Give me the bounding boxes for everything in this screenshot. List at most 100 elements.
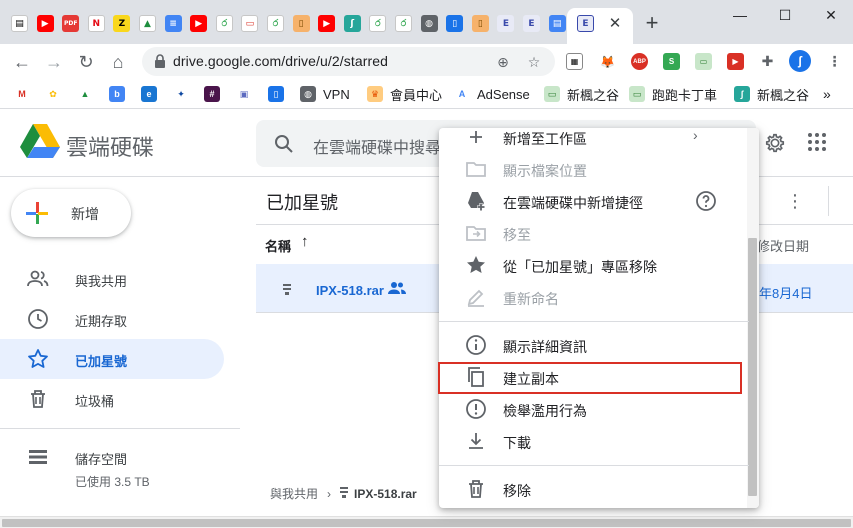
edge-icon[interactable]: e [141,86,164,102]
lock-icon[interactable] [154,54,168,68]
photos-icon[interactable]: ✿ [45,86,68,102]
address-bar[interactable]: drive.google.com/drive/u/2/starred ⊕ ☆ [142,47,555,76]
active-tab[interactable]: E ✕ [567,8,633,44]
youtube-icon[interactable]: ▶ [190,15,208,32]
add-page-icon[interactable]: ⊕ [493,52,513,72]
sidebar-item-starred[interactable]: 已加星號 [0,339,224,379]
home-icon[interactable]: ⌂ [106,50,130,74]
maple-icon[interactable]: ✦ [173,86,196,102]
column-header-modified[interactable]: 修改日期 [757,236,809,255]
gmail-icon[interactable]: M [14,86,37,102]
ticket-extension-icon[interactable]: ▭ [695,53,712,70]
s-extension-icon[interactable]: S [663,53,680,70]
leaf-icon[interactable]: ර [267,15,284,32]
leaf-icon[interactable]: ර [215,15,233,32]
drive-logo[interactable] [20,124,60,163]
globe-icon[interactable]: ◍ [420,15,438,32]
menu-add-shortcut[interactable]: 在雲端硬碟中新增捷徑 [439,185,749,217]
menu-rename[interactable]: 重新命名 [439,281,749,313]
menu-download[interactable]: 下載 [439,425,749,457]
profile-avatar[interactable]: ʃ [789,50,811,72]
settings-gear-icon[interactable] [763,132,787,156]
chip-icon[interactable]: ▣ [236,86,259,102]
menu-make-copy[interactable]: 建立副本 [439,361,749,393]
menu-move-to[interactable]: 移至 [439,217,749,249]
zip-icon[interactable]: Z [113,15,131,32]
forward-icon[interactable]: → [42,50,66,74]
youtube-icon[interactable]: ▶ [318,15,336,32]
sort-arrow-icon[interactable]: ↑ [301,233,309,250]
chip-icon: ▣ [236,86,252,102]
browser-menu-icon[interactable]: ⋮ [826,53,843,70]
blue-app-icon[interactable]: b [109,86,132,102]
adblock-extension-icon[interactable]: ABP [631,53,648,70]
menu-details[interactable]: 顯示詳細資訊 [439,329,749,361]
bird-icon[interactable]: ʃ [343,15,361,32]
bookmark-item[interactable]: A AdSense [454,86,530,102]
storage-label[interactable]: 儲存空間 [75,449,127,468]
qr-extension-icon[interactable]: ▦ [566,53,583,70]
bookmark-item[interactable]: ◍ VPN [300,86,350,102]
book-icon[interactable]: ▯ [446,15,464,32]
more-options-icon[interactable]: ⋮ [783,189,807,213]
help-icon[interactable] [694,189,718,213]
metamask-extension-icon[interactable]: 🦊 [599,53,616,70]
video-icon[interactable]: ▭ [241,15,259,32]
file-name[interactable]: IPX-518.rar [316,283,384,298]
video-extension-icon[interactable]: ▶ [727,53,744,70]
menu-report-abuse[interactable]: 檢舉濫用行為 [439,393,749,425]
tab-close-icon[interactable]: ✕ [605,14,625,34]
maximize-button[interactable]: ☐ [771,4,799,26]
url-text[interactable]: drive.google.com/drive/u/2/starred [173,53,388,69]
doc-icon[interactable]: ▤ [11,15,28,32]
menu-remove[interactable]: 移除 [439,473,749,505]
apps-grid-icon[interactable] [805,132,829,156]
new-tab-button[interactable]: + [641,12,663,34]
menu-remove-starred[interactable]: 從「已加星號」專區移除 [439,249,749,281]
breadcrumb: 與我共用 › IPX-518.rar [270,485,417,502]
window-close-button[interactable]: ✕ [817,4,845,26]
view-toggle-edge[interactable] [828,186,853,216]
bookmark-item[interactable]: ▭ 新楓之谷 [544,86,619,103]
bookmarks-more-icon[interactable]: » [823,86,831,102]
leaf-icon[interactable]: ර [369,15,387,32]
back-icon[interactable]: ← [10,50,34,74]
sidebar-item-trash[interactable]: 垃圾桶 [0,379,224,419]
new-button[interactable]: 新增 [11,189,131,237]
e-icon[interactable]: E [523,15,540,32]
bookmark-item[interactable]: ▭ 跑跑卡丁車 [629,86,717,103]
extensions-puzzle-icon[interactable]: ✚ [759,53,776,70]
horizontal-scrollbar[interactable] [0,516,853,528]
adsense-icon: A [454,86,470,102]
minimize-button[interactable]: — [726,4,754,26]
docs-icon[interactable]: ≡ [164,15,182,32]
notebook-icon[interactable]: ▯ [292,15,310,32]
menu-scrollbar-thumb[interactable] [748,238,757,496]
horizontal-scrollbar-thumb[interactable] [2,519,851,527]
reload-icon[interactable]: ↻ [74,50,98,74]
menu-show-location[interactable]: 顯示檔案位置 [439,153,749,185]
column-header-name[interactable]: 名稱 [265,236,291,255]
notebook-icon[interactable]: ▯ [471,15,489,32]
breadcrumb-root[interactable]: 與我共用 [270,485,318,502]
leaf-icon[interactable]: ර [395,15,412,32]
search-input[interactable]: 在雲端硬碟中搜尋 [313,134,441,158]
file-icon[interactable]: ▤ [548,15,566,32]
gmail-icon: M [14,86,30,102]
slack-icon[interactable]: # [204,86,227,102]
search-icon[interactable] [272,132,296,156]
drive-icon[interactable]: ▲ [139,15,156,32]
bookmark-item[interactable]: ♛ 會員中心 [367,86,442,103]
book-icon[interactable]: ▯ [268,86,291,102]
sidebar-item-shared[interactable]: 與我共用 [0,259,224,299]
netflix-icon[interactable]: N [87,15,105,32]
youtube-icon[interactable]: ▶ [36,15,54,32]
drive-icon[interactable]: ▲ [77,86,100,102]
e-icon[interactable]: E [497,15,515,32]
sidebar-item-recent[interactable]: 近期存取 [0,299,224,339]
pdf-icon[interactable]: PDF [62,15,80,32]
bookmark-star-icon[interactable]: ☆ [524,52,544,72]
breadcrumb-file[interactable]: IPX-518.rar [354,487,417,501]
menu-add-to-workspace[interactable]: 新增至工作區 › [439,128,749,153]
bookmark-item[interactable]: ʃ 新楓之谷 [734,86,809,103]
